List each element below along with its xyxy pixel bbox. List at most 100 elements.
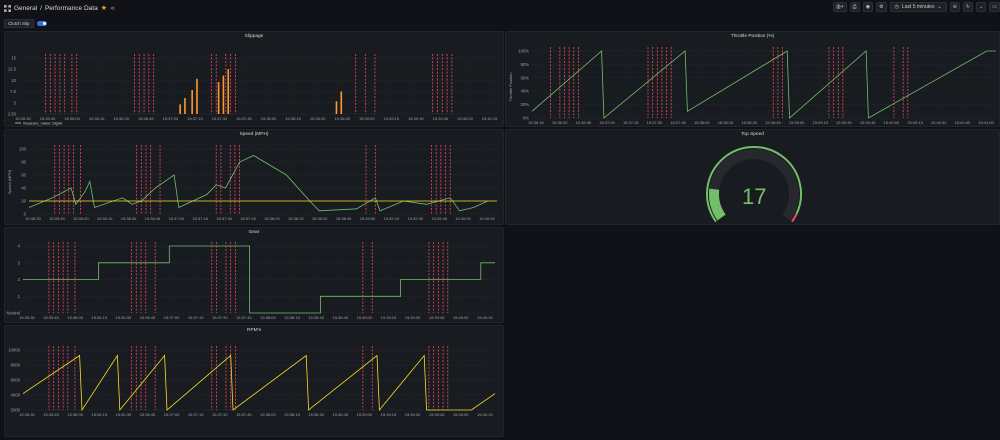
x-tick-label: 15:37:30	[212, 315, 228, 320]
x-tick-label: 15:36:00	[64, 116, 80, 121]
x-tick-label: 15:37:00	[169, 216, 185, 221]
share-icon[interactable]: ⋖	[110, 5, 115, 12]
dashboards-grid-icon[interactable]	[4, 4, 11, 12]
x-tick-label: 15:41:00	[978, 120, 994, 125]
settings-gear-icon[interactable]: ⚙	[876, 2, 887, 12]
x-tick-label: 15:38:30	[308, 315, 324, 320]
x-tick-label: 15:36:45	[138, 116, 154, 121]
x-tick-label: 15:38:15	[718, 120, 734, 125]
top-bar: General / Performance Data ★ ⋖ ▥+ ⎙ ◉ ⚙ …	[0, 0, 1000, 16]
x-tick-label: 15:40:00	[457, 116, 473, 121]
x-tick-label: 15:39:30	[836, 120, 852, 125]
variable-bar: Clutch Slip	[4, 19, 47, 28]
x-tick-label: 15:36:45	[140, 412, 156, 417]
x-tick-label: 15:39:45	[431, 216, 447, 221]
x-tick-label: 15:38:15	[284, 412, 300, 417]
speed-chart: 10080604020015:35:30 15:35:45 15:36:00 15:3…	[7, 145, 497, 221]
x-tick-label: 15:35:30	[25, 216, 41, 221]
x-tick-label: 15:35:30	[19, 315, 35, 320]
refresh-interval-chevron-icon[interactable]: ⌄	[976, 2, 987, 12]
x-tick-label: 15:40:00	[455, 216, 471, 221]
y-tick-label: 100%	[518, 49, 529, 54]
x-tick-label: 15:36:30	[552, 120, 568, 125]
x-tick-label: 15:36:30	[121, 216, 137, 221]
y-tick-label: 60	[21, 173, 26, 178]
x-tick-label: 15:39:00	[789, 120, 805, 125]
y-tick-label: 4	[18, 244, 21, 249]
x-tick-label: 15:38:30	[741, 120, 757, 125]
series-line	[22, 354, 496, 412]
x-tick-label: 15:40:15	[477, 412, 493, 417]
x-tick-label: 15:39:00	[357, 315, 373, 320]
y-tick-label: 1	[18, 294, 21, 299]
star-icon[interactable]: ★	[101, 4, 107, 12]
gauge-value-arc	[709, 188, 726, 221]
x-tick-label: 15:40:00	[884, 120, 900, 125]
y-tick-label: 20%	[521, 102, 530, 107]
x-tick-label: 15:37:45	[236, 315, 252, 320]
x-tick-label: 15:37:30	[212, 116, 228, 121]
toolbar: ▥+ ⎙ ◉ ⚙ ◷ Last 5 minutes ⌄ ⊖ ↻ ⌄ ▭	[833, 2, 1000, 12]
time-picker-button[interactable]: ◷ Last 5 minutes ⌄	[889, 2, 947, 12]
series-line	[28, 155, 488, 212]
x-tick-label: 15:39:15	[381, 315, 397, 320]
speed-panel: Speed (MPH) 100 80 60 40 20 0 15:35:30 15:35:45…	[4, 129, 504, 225]
save-icon[interactable]: ⎙	[849, 2, 860, 12]
x-tick-label: 15:36:30	[113, 116, 129, 121]
x-tick-label: 15:38:00	[260, 412, 276, 417]
x-tick-label: 15:39:15	[812, 120, 828, 125]
x-tick-label: 15:40:00	[453, 315, 469, 320]
x-tick-label: 15:37:45	[240, 216, 256, 221]
zoom-out-icon[interactable]: ⊖	[949, 2, 960, 12]
y-tick-label: 12.5	[8, 67, 17, 72]
x-tick-label: 15:35:45	[43, 412, 59, 417]
tv-mode-icon[interactable]: ▭	[989, 2, 1000, 12]
x-tick-label: 15:37:00	[163, 116, 179, 121]
x-tick-label: 15:36:30	[116, 315, 132, 320]
slippage-bar	[184, 98, 186, 114]
refresh-icon[interactable]: ↻	[962, 2, 974, 12]
x-tick-label: 15:37:15	[623, 120, 639, 125]
top-speed-panel: Top Speed 17	[505, 129, 1000, 225]
x-tick-label: 15:36:15	[97, 216, 113, 221]
y-tick-label: Neutral	[7, 311, 21, 316]
x-tick-label: 15:36:15	[92, 315, 108, 320]
breadcrumb-folder[interactable]: General	[14, 5, 37, 12]
y-tick-label: 40%	[521, 89, 530, 94]
x-tick-label: 15:37:00	[599, 120, 615, 125]
y-tick-label: 10	[11, 78, 16, 83]
snapshot-icon[interactable]: ◉	[862, 2, 874, 12]
y-tick-label: 6000	[11, 378, 21, 383]
clutch-slip-toggle[interactable]	[36, 21, 47, 26]
x-tick-label: 15:40:30	[931, 120, 947, 125]
breadcrumb-dashboard[interactable]: Performance Data	[45, 5, 98, 12]
slippage-bar	[222, 75, 225, 114]
breadcrumb-separator: /	[40, 4, 42, 12]
x-tick-label: 15:39:00	[360, 216, 376, 221]
y-tick-label: 5	[14, 100, 17, 105]
x-tick-label: 15:39:45	[429, 315, 445, 320]
y-tick-label: 8000	[11, 363, 21, 368]
time-range-label: Last 5 minutes	[901, 4, 935, 10]
slippage-bar	[196, 78, 198, 114]
y-tick-label: 10000	[8, 348, 20, 353]
x-tick-label: 15:36:45	[140, 315, 156, 320]
breadcrumb: General / Performance Data ★ ⋖	[4, 4, 115, 12]
slippage-bar	[335, 101, 338, 114]
slippage-panel: Slippage 15 12.5 10 7.5 5 2.50 15:35:30 15:35:4…	[4, 31, 504, 127]
add-panel-icon[interactable]: ▥+	[833, 2, 847, 12]
y-axis-label: Speed (MPH)	[7, 169, 12, 194]
x-tick-label: 15:37:30	[216, 216, 232, 221]
y-tick-label: 80	[21, 160, 26, 165]
rpm-panel: RPM's 10000 8000 6000 4000 2000 15:35:30 15:35…	[4, 325, 504, 437]
x-tick-label: 15:39:45	[429, 412, 445, 417]
x-tick-label: 15:39:15	[384, 216, 400, 221]
x-tick-label: 15:38:45	[332, 315, 348, 320]
x-tick-label: 15:39:30	[408, 116, 424, 121]
x-tick-label: 15:38:30	[308, 412, 324, 417]
series-line	[531, 50, 996, 119]
throttle-panel: Throttle Position (%) 100% 80% 60% 40% 20% 0%…	[505, 31, 1000, 127]
y-tick-label: 4000	[11, 393, 21, 398]
slippage-bar	[179, 104, 181, 114]
chevron-down-icon: ⌄	[937, 4, 942, 10]
